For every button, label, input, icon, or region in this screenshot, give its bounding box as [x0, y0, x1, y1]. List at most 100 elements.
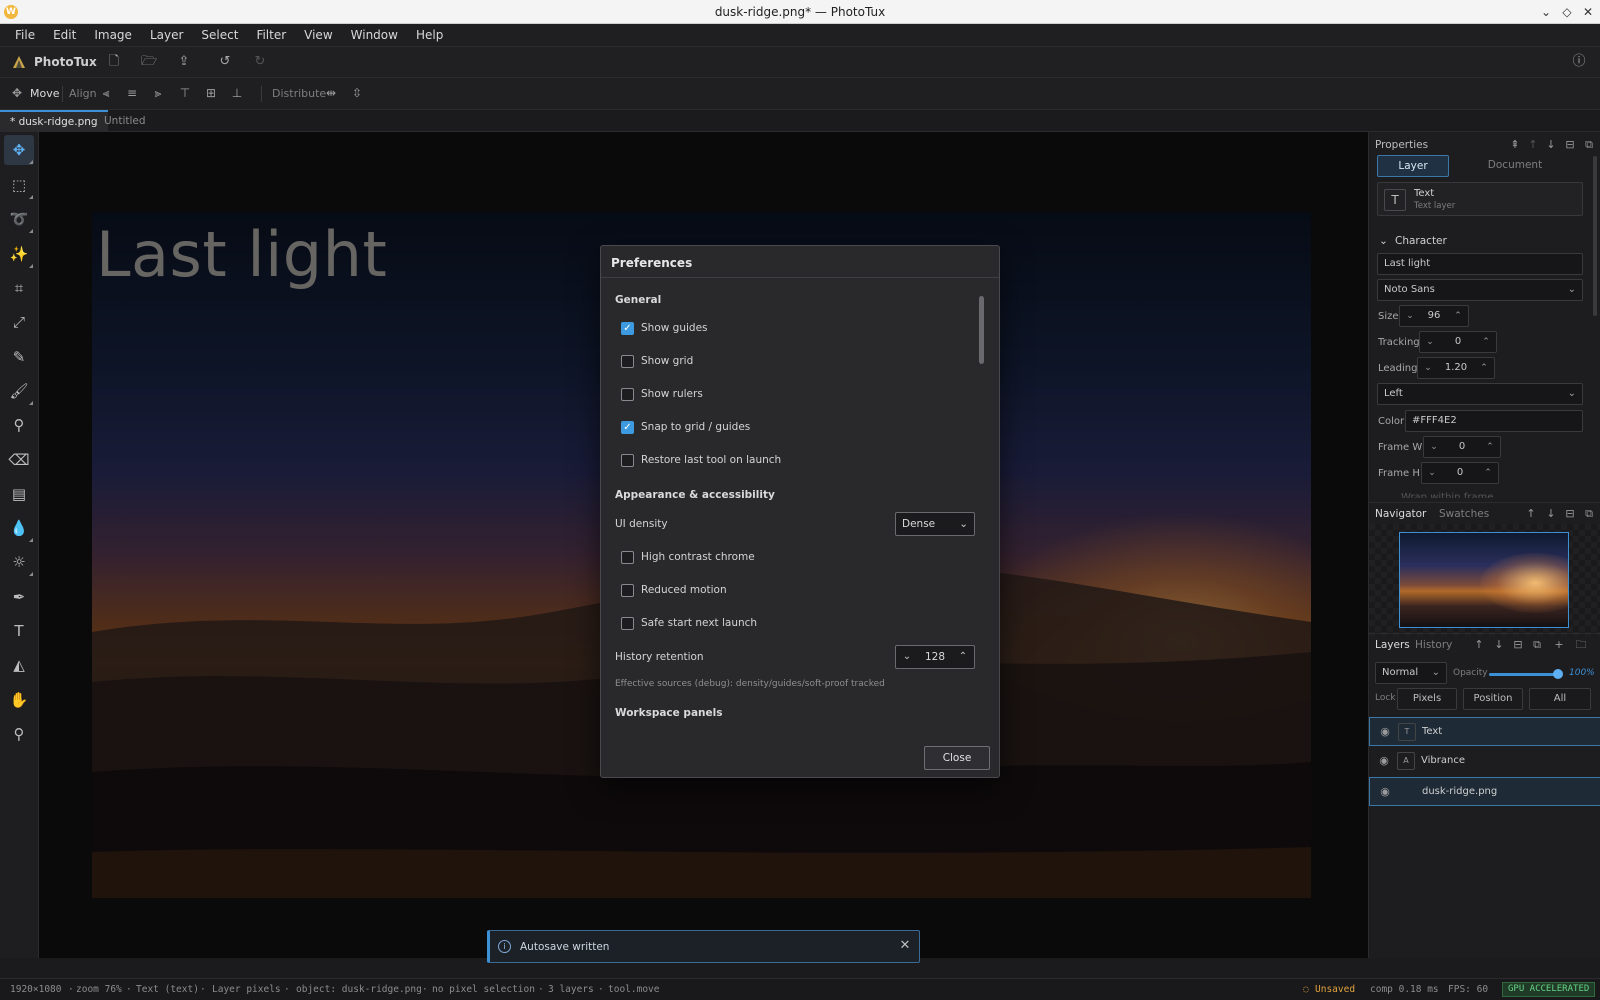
dialog-scrollbar[interactable]: [979, 296, 984, 364]
increment-icon[interactable]: ⌃: [1450, 306, 1466, 326]
menu-layer[interactable]: Layer: [141, 28, 192, 42]
eye-visibility-icon[interactable]: ◉: [1378, 785, 1392, 799]
navigator-preview[interactable]: [1399, 532, 1569, 628]
color-field[interactable]: #FFF4E2: [1405, 410, 1583, 432]
eye-visibility-icon[interactable]: ◉: [1378, 725, 1392, 739]
eraser-tool-button[interactable]: ⌫: [4, 445, 34, 475]
menu-select[interactable]: Select: [192, 28, 247, 42]
layer-row-text[interactable]: ◉ T Text: [1369, 717, 1600, 746]
close-window-icon[interactable]: ✕: [1579, 3, 1597, 21]
checkmark-icon[interactable]: ✓: [621, 322, 634, 335]
tab-layer-properties[interactable]: Layer: [1377, 155, 1449, 177]
blend-mode-select[interactable]: Normal ⌄: [1375, 662, 1447, 684]
frame-h-stepper[interactable]: ⌄ 0 ⌃: [1421, 462, 1499, 484]
eyedropper-tool-button[interactable]: ✎: [4, 342, 34, 372]
export-icon[interactable]: ⇪: [174, 52, 194, 72]
menu-image[interactable]: Image: [85, 28, 141, 42]
minimize-panel-icon[interactable]: ⊟: [1562, 137, 1578, 153]
checkbox-box[interactable]: [621, 454, 634, 467]
decrement-icon[interactable]: ⌄: [898, 646, 916, 668]
checkbox-box[interactable]: [621, 388, 634, 401]
dodge-tool-button[interactable]: ☼: [4, 547, 34, 577]
menu-window[interactable]: Window: [342, 28, 407, 42]
move-up-icon[interactable]: ↑: [1525, 137, 1541, 153]
pop-out-icon[interactable]: ⧉: [1581, 137, 1597, 153]
open-folder-icon[interactable]: 🗁: [139, 52, 159, 72]
lasso-tool-button[interactable]: ➰: [4, 204, 34, 234]
size-stepper[interactable]: ⌄ 96 ⌃: [1399, 305, 1469, 327]
lock-pixels-button[interactable]: Pixels: [1397, 688, 1457, 710]
text-tool-button[interactable]: T: [4, 616, 34, 646]
tab-document-properties[interactable]: Document: [1479, 155, 1551, 177]
checkbox-box[interactable]: [621, 617, 634, 630]
layer-row-vibrance[interactable]: ◉ A Vibrance: [1369, 747, 1600, 776]
move-tool-button[interactable]: ✥: [4, 135, 34, 165]
help-icon[interactable]: ⓘ: [1569, 52, 1589, 72]
shape-tool-button[interactable]: ◭: [4, 650, 34, 680]
eye-visibility-icon[interactable]: ◉: [1377, 754, 1391, 768]
checkmark-icon[interactable]: ✓: [621, 421, 634, 434]
decrement-icon[interactable]: ⌄: [1420, 358, 1436, 378]
checkbox-box[interactable]: [621, 551, 634, 564]
add-layer-icon[interactable]: +: [1551, 637, 1567, 653]
increment-icon[interactable]: ⌃: [1480, 463, 1496, 483]
align-left-icon[interactable]: ⫷: [97, 84, 115, 102]
align-center-h-icon[interactable]: ≡: [123, 84, 141, 102]
menu-help[interactable]: Help: [407, 28, 452, 42]
pop-out-icon[interactable]: ⧉: [1581, 506, 1597, 522]
menu-filter[interactable]: Filter: [247, 28, 295, 42]
decrement-icon[interactable]: ⌄: [1402, 306, 1418, 326]
ui-density-select[interactable]: Dense ⌄: [895, 512, 975, 536]
history-retention-stepper[interactable]: ⌄ 128 ⌃: [895, 645, 975, 669]
menu-file[interactable]: File: [6, 28, 44, 42]
tab-layers[interactable]: Layers: [1375, 639, 1410, 651]
magic-wand-tool-button[interactable]: ✨: [4, 239, 34, 269]
hand-tool-button[interactable]: ✋: [4, 685, 34, 715]
gradient-tool-button[interactable]: ▤: [4, 479, 34, 509]
decrement-icon[interactable]: ⌄: [1422, 332, 1438, 352]
undo-icon[interactable]: ↺: [215, 52, 235, 72]
leading-stepper[interactable]: ⌄ 1.20 ⌃: [1417, 357, 1495, 379]
opacity-slider-track[interactable]: [1489, 673, 1557, 676]
increment-icon[interactable]: ⌃: [1476, 358, 1492, 378]
panel-collapse-icon[interactable]: ⇞: [1507, 137, 1523, 153]
text-content-field[interactable]: Last light: [1377, 253, 1583, 275]
align-bottom-icon[interactable]: ⊥: [228, 84, 246, 102]
redo-icon[interactable]: ↻: [250, 52, 270, 72]
tab-dusk-ridge[interactable]: * dusk-ridge.png: [0, 110, 108, 132]
decrement-icon[interactable]: ⌄: [1424, 463, 1440, 483]
move-down-icon[interactable]: ↓: [1543, 506, 1559, 522]
align-top-icon[interactable]: ⊤: [176, 84, 194, 102]
minimize-icon[interactable]: ⌄: [1537, 3, 1555, 21]
new-file-icon[interactable]: 🗋: [104, 52, 124, 72]
close-icon[interactable]: ✕: [897, 938, 913, 954]
minimize-panel-icon[interactable]: ⊟: [1562, 506, 1578, 522]
chevron-down-icon[interactable]: ⌄: [1379, 235, 1388, 247]
increment-icon[interactable]: ⌃: [954, 646, 972, 668]
pop-out-icon[interactable]: ⧉: [1529, 637, 1545, 653]
frame-w-stepper[interactable]: ⌄ 0 ⌃: [1423, 436, 1501, 458]
opacity-slider-handle[interactable]: [1553, 669, 1563, 679]
align-middle-v-icon[interactable]: ⊞: [202, 84, 220, 102]
brush-tool-button[interactable]: 🖌: [4, 376, 34, 406]
checkbox-box[interactable]: [621, 584, 634, 597]
distribute-vertical-icon[interactable]: ⇳: [348, 84, 366, 102]
tab-history[interactable]: History: [1415, 639, 1452, 651]
align-right-icon[interactable]: ⫸: [149, 84, 167, 102]
tracking-stepper[interactable]: ⌄ 0 ⌃: [1419, 331, 1497, 353]
menu-edit[interactable]: Edit: [44, 28, 85, 42]
blur-tool-button[interactable]: 💧: [4, 513, 34, 543]
maximize-icon[interactable]: ◇: [1558, 3, 1576, 21]
transform-tool-button[interactable]: ⤢: [4, 307, 34, 337]
zoom-tool-button[interactable]: ⚲: [4, 719, 34, 749]
new-group-folder-icon[interactable]: 🗀: [1573, 637, 1589, 653]
lock-position-button[interactable]: Position: [1463, 688, 1523, 710]
checkbox-box[interactable]: [621, 355, 634, 368]
marquee-tool-button[interactable]: ⬚: [4, 170, 34, 200]
tab-swatches[interactable]: Swatches: [1439, 508, 1489, 520]
move-up-icon[interactable]: ↑: [1471, 637, 1487, 653]
move-down-icon[interactable]: ↓: [1491, 637, 1507, 653]
tab-navigator[interactable]: Navigator: [1375, 508, 1426, 520]
pen-tool-button[interactable]: ✒: [4, 582, 34, 612]
move-down-icon[interactable]: ↓: [1543, 137, 1559, 153]
